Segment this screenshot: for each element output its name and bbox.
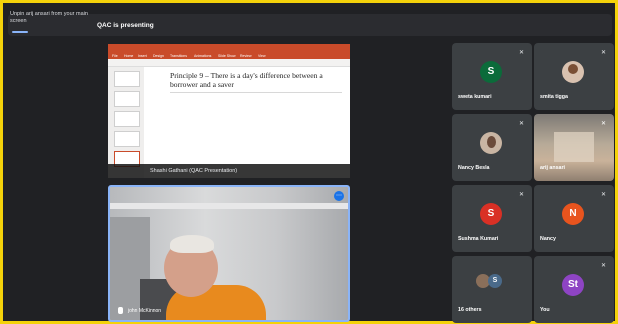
- others-count: 16 others: [458, 307, 482, 313]
- ribbon-tab: Home: [124, 54, 134, 58]
- ribbon-tab: Insert: [138, 54, 147, 58]
- avatar-photo: [480, 132, 502, 154]
- participant-name: You: [540, 307, 550, 313]
- pinned-video-tile[interactable]: ⋯ john McKinnon: [108, 185, 350, 322]
- presentation-tile[interactable]: File Home Insert Design Transitions Anim…: [108, 44, 350, 178]
- slide-thumbnail: [114, 71, 140, 87]
- avatar-hair: [568, 64, 578, 74]
- mic-off-icon: ✕: [518, 50, 524, 56]
- mic-off-icon: ✕: [600, 121, 606, 127]
- participant-tile[interactable]: ✕ smita tigga: [534, 43, 614, 110]
- participant-name: smita tigga: [540, 94, 568, 100]
- slide-title-rule: [170, 92, 342, 93]
- ribbon-tab: File: [112, 54, 118, 58]
- mic-off-icon: ✕: [518, 192, 524, 198]
- participant-name: john McKinnon: [128, 308, 162, 314]
- powerpoint-toolbar: [108, 59, 350, 67]
- self-tile[interactable]: ✕ St You: [534, 256, 614, 323]
- participant-name: arij ansari: [540, 165, 566, 171]
- presenter-caption: Shashi Gathani (QAC Presentation): [150, 168, 238, 174]
- ribbon-tab: Slide Show: [218, 54, 236, 58]
- slide-thumbnails: [108, 67, 144, 178]
- participant-name: Nancy: [540, 236, 556, 242]
- ribbon-tab: View: [258, 54, 266, 58]
- mic-off-icon: ✕: [600, 50, 606, 56]
- participant-tile[interactable]: ✕ S Sushma Kumari: [452, 185, 532, 252]
- slide-thumbnail: [114, 111, 140, 127]
- slide-thumbnail: [114, 91, 140, 107]
- avatar-photo: [562, 61, 584, 83]
- avatar: S: [480, 203, 502, 225]
- video-background: [554, 132, 594, 162]
- mic-off-icon: ✕: [600, 263, 606, 269]
- avatar: N: [562, 203, 584, 225]
- ribbon-tab: Design: [153, 54, 164, 58]
- mic-off-icon: ✕: [518, 121, 524, 127]
- participant-tile[interactable]: ✕ S sweta kumari: [452, 43, 532, 110]
- participant-name: Sushma Kumari: [458, 236, 499, 242]
- avatar-face: [487, 136, 496, 148]
- avatar: St: [562, 274, 584, 296]
- mic-off-icon: ✕: [600, 192, 606, 198]
- slide-thumbnail: [114, 131, 140, 147]
- others-tile[interactable]: S 16 others: [452, 256, 532, 323]
- video-ceiling: [110, 203, 348, 209]
- audio-activity-icon: ⋯: [334, 191, 344, 201]
- ribbon-tab: Review: [240, 54, 252, 58]
- powerpoint-titlebar: [108, 44, 350, 53]
- ribbon-tab: Animations: [194, 54, 212, 58]
- ribbon-tab: Transitions: [170, 54, 187, 58]
- participant-name: Nancy Besla: [458, 165, 490, 171]
- avatar: S: [480, 61, 502, 83]
- participant-tile[interactable]: ✕ Nancy Besla: [452, 114, 532, 181]
- slide-title: Principle 9 – There is a day's differenc…: [170, 71, 323, 89]
- person-hair: [170, 235, 214, 253]
- avatar: S: [488, 274, 502, 288]
- unpin-indicator: [12, 31, 28, 33]
- participant-name: sweta kumari: [458, 94, 492, 100]
- mic-icon: [118, 307, 123, 314]
- presenting-label: QAC is presenting: [97, 22, 154, 29]
- participant-video-tile[interactable]: ✕ arij ansari: [534, 114, 614, 181]
- participant-tile[interactable]: ✕ N Nancy: [534, 185, 614, 252]
- unpin-link[interactable]: Unpin arij ansari from your main screen: [10, 11, 98, 25]
